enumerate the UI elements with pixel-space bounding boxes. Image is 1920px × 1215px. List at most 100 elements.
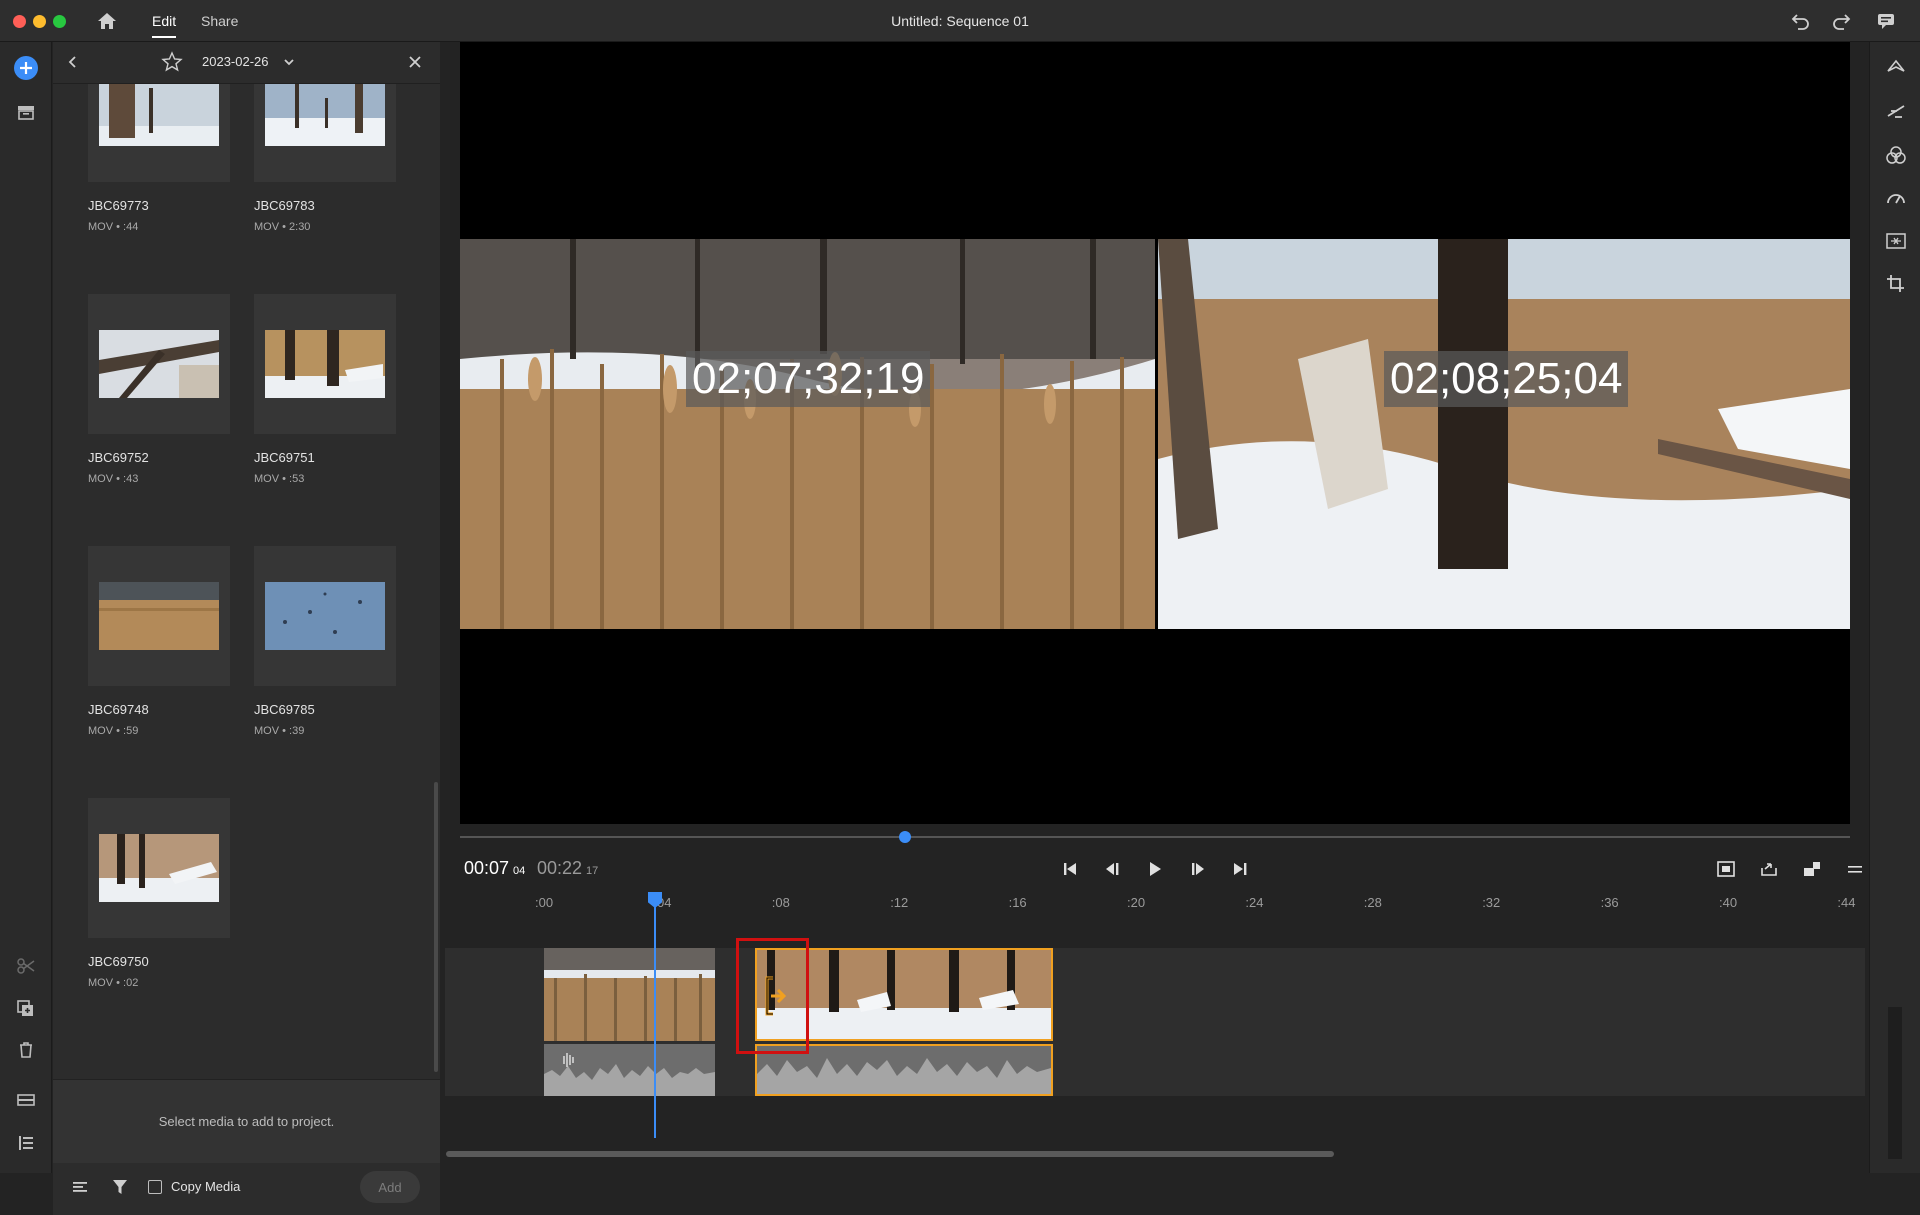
media-item-name: JBC69773 [88, 198, 149, 213]
media-thumbnail[interactable] [88, 798, 230, 938]
scrub-bar[interactable] [460, 831, 1850, 843]
media-thumbnail[interactable] [88, 84, 230, 182]
duration-timecode: 00:22 17 [537, 858, 599, 878]
step-back-icon[interactable] [1099, 857, 1125, 881]
archive-icon[interactable] [12, 98, 40, 126]
ruler-tick-label: :44 [1837, 895, 1856, 910]
media-item[interactable]: JBC69750 MOV • :02 [88, 798, 230, 989]
media-item[interactable]: JBC69751 MOV • :53 [254, 294, 396, 485]
ruler-tick-label: :40 [1719, 895, 1738, 910]
speed-icon[interactable] [1883, 185, 1909, 211]
undo-icon[interactable] [1787, 9, 1813, 33]
media-item-name: JBC69750 [88, 954, 149, 969]
left-tool-rail [0, 42, 52, 1173]
go-to-start-icon[interactable] [1057, 857, 1083, 881]
audio-clip-1[interactable] [544, 1044, 715, 1096]
media-item[interactable]: JBC69773 MOV • :44 [88, 84, 230, 233]
media-item[interactable]: JBC69785 MOV • :39 [254, 546, 396, 737]
filter-icon[interactable] [111, 1178, 129, 1201]
right-tool-rail [1869, 42, 1920, 1173]
media-item[interactable]: JBC69748 MOV • :59 [88, 546, 230, 737]
media-item[interactable]: JBC69783 MOV • 2:30 [254, 84, 396, 233]
media-item-meta: MOV • :44 [88, 221, 139, 233]
media-footer: Copy Media Add [53, 1163, 440, 1215]
duplicate-icon[interactable] [12, 994, 40, 1022]
source-timecode-left: 02;07;32;19 [686, 351, 931, 407]
add-button[interactable]: Add [360, 1171, 420, 1203]
chevron-down-icon[interactable] [282, 55, 296, 74]
step-forward-icon[interactable] [1185, 857, 1211, 881]
current-timecode: 00:07 04 [464, 858, 526, 878]
timeline-horizontal-scrollbar[interactable] [446, 1151, 1334, 1157]
scissors-icon[interactable] [12, 952, 40, 980]
trash-icon[interactable] [12, 1036, 40, 1064]
media-scrollbar[interactable] [434, 782, 438, 1072]
media-item-name: JBC69751 [254, 450, 315, 465]
scrub-handle[interactable] [898, 831, 911, 843]
close-icon[interactable] [407, 54, 423, 75]
window-title: Untitled: Sequence 01 [891, 13, 1029, 29]
copy-media-checkbox[interactable] [148, 1180, 162, 1194]
star-icon[interactable] [161, 51, 183, 78]
media-item[interactable]: JBC69752 MOV • :43 [88, 294, 230, 485]
track-height-icon[interactable] [12, 1086, 40, 1114]
timeline-list-icon[interactable] [12, 1129, 40, 1157]
ruler-tick-label: :32 [1482, 895, 1501, 910]
program-monitor: 02;07;32;19 02;08;25;04 [460, 42, 1850, 824]
ruler-tick-label: :28 [1363, 895, 1382, 910]
media-item-name: JBC69785 [254, 702, 315, 717]
ruler-tick-label: :36 [1600, 895, 1619, 910]
ruler-tick-label: :20 [1127, 895, 1146, 910]
media-item-name: JBC69752 [88, 450, 149, 465]
redo-icon[interactable] [1829, 9, 1855, 33]
media-thumbnail[interactable] [254, 84, 396, 182]
media-thumbnail[interactable] [254, 294, 396, 434]
viewer-frame-right [1158, 239, 1850, 629]
viewer-frame-left [460, 239, 1155, 629]
transitions-icon[interactable] [1883, 54, 1909, 80]
ruler-tick-label: :08 [771, 895, 790, 910]
go-to-end-icon[interactable] [1227, 857, 1253, 881]
color-icon[interactable] [1883, 142, 1909, 168]
media-item-meta: MOV • :53 [254, 473, 305, 485]
fit-frame-icon[interactable] [1713, 857, 1739, 881]
media-browser-header: 2023-02-26 [53, 42, 440, 84]
source-timecode-right: 02;08;25;04 [1384, 351, 1629, 407]
media-browser-panel: 2023-02-26 JBC69773 MOV • :44 JBC69783 M… [53, 42, 440, 1215]
ripple-trim-icon[interactable] [763, 976, 791, 1021]
add-media-button[interactable] [12, 54, 40, 82]
export-frame-icon[interactable] [1756, 857, 1782, 881]
ruler-tick-label: :12 [890, 895, 909, 910]
ruler-tick-label: :00 [535, 895, 554, 910]
audio-levels-icon[interactable] [1883, 228, 1909, 254]
monitor-layout-icon[interactable] [1799, 857, 1825, 881]
ruler-tick-label: :24 [1245, 895, 1264, 910]
timeline-tracks [445, 938, 1865, 1096]
media-item-meta: MOV • :43 [88, 473, 139, 485]
copy-media-label: Copy Media [171, 1179, 241, 1194]
media-item-meta: MOV • :39 [254, 725, 305, 737]
media-item-meta: MOV • :02 [88, 977, 139, 989]
media-grid: JBC69773 MOV • :44 JBC69783 MOV • 2:30 J… [53, 84, 433, 1074]
playhead-line[interactable] [654, 892, 656, 1138]
media-thumbnail[interactable] [88, 294, 230, 434]
menu-icon[interactable] [1842, 857, 1868, 881]
video-clip-1[interactable] [544, 948, 715, 1041]
date-filter[interactable]: 2023-02-26 [202, 54, 269, 69]
sort-list-icon[interactable] [71, 1179, 89, 1200]
media-item-meta: MOV • :59 [88, 725, 139, 737]
transport-controls: 00:07 04 00:22 17 [460, 852, 1862, 886]
back-chevron-icon[interactable] [67, 54, 79, 75]
media-hint: Select media to add to project. [53, 1079, 440, 1163]
title-bar: Edit Share Untitled: Sequence 01 [0, 0, 1920, 42]
media-thumbnail[interactable] [254, 546, 396, 686]
feedback-icon[interactable] [1873, 9, 1899, 33]
audio-meter [1888, 1007, 1902, 1159]
media-item-name: JBC69783 [254, 198, 315, 213]
effects-icon[interactable] [1883, 98, 1909, 124]
media-thumbnail[interactable] [88, 546, 230, 686]
crop-icon[interactable] [1883, 270, 1909, 296]
media-item-meta: MOV • 2:30 [254, 221, 311, 233]
ruler-tick-label: :16 [1008, 895, 1027, 910]
play-icon[interactable] [1142, 857, 1168, 881]
